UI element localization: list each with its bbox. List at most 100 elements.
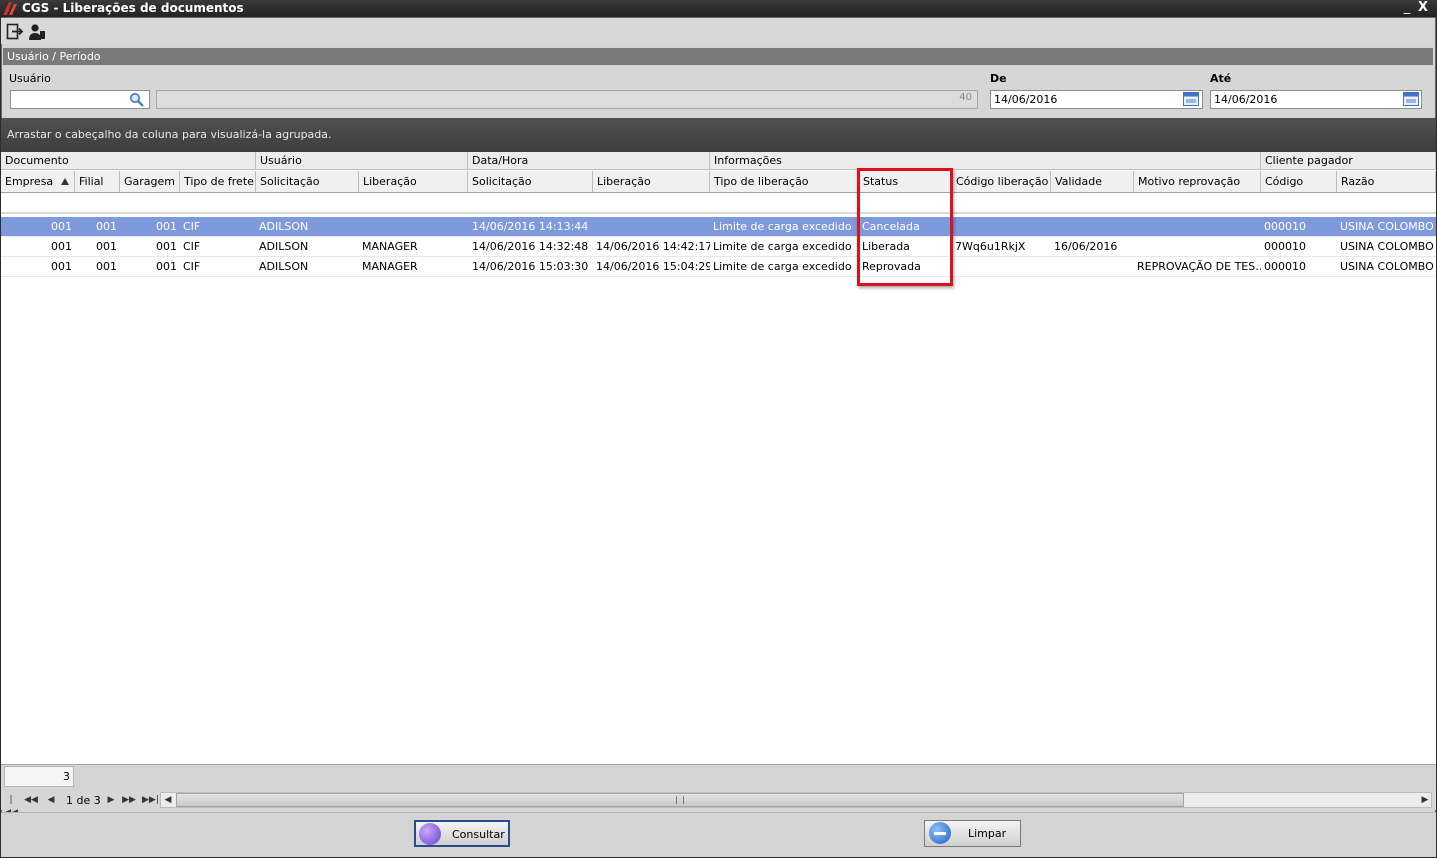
cell-razao: USINA COLOMBO S [1340,220,1436,233]
previous-record-icon[interactable]: ◀ [44,794,58,807]
cell-data-liberacao [593,217,710,237]
de-date-input[interactable]: 14/06/2016 [990,90,1203,109]
band-usuario[interactable]: Usuário [256,152,468,170]
cell-usuario-liberacao: MANAGER [362,260,418,273]
usuario-label: Usuário [9,72,51,85]
status-highlight-box [857,168,953,286]
cell-usuario-solicitacao: ADILSON [259,220,309,233]
cell-data-solicitacao: 14/06/2016 14:13:44 [472,220,589,233]
cell-filial: 001 [96,260,117,273]
cell-validade [1051,217,1134,237]
next-page-icon[interactable]: ▶▶ [122,794,136,807]
cell-usuario-liberacao [359,217,468,237]
cell-motivo-reprovacao: REPROVAÇÃO DE TES… [1137,260,1261,273]
button-bar [1,812,1436,857]
cell-garagem: 001 [156,260,177,273]
column-header-garagem[interactable]: Garagem [120,171,180,193]
cell-razao: USINA COLOMBO S [1340,260,1436,273]
cell-filial: 001 [96,240,117,253]
ate-label: Até [1210,72,1232,85]
exit-icon[interactable] [6,23,24,41]
cell-usuario-liberacao: MANAGER [362,240,418,253]
de-label: De [990,72,1007,85]
cell-codigo-liberacao: 7Wq6u1RkjX [955,240,1026,253]
cell-cliente-codigo: 000010 [1264,240,1306,253]
previous-page-icon[interactable]: ◀◀ [24,794,38,807]
calendar-icon[interactable] [1183,92,1199,106]
scroll-left-icon[interactable]: ◀ [161,794,175,807]
column-header-usuario-solicitacao[interactable]: Solicitação [256,171,359,193]
band-documento[interactable]: Documento [1,152,256,170]
cell-usuario-solicitacao: ADILSON [259,260,309,273]
column-header-tipo-liberacao[interactable]: Tipo de liberação [710,171,859,193]
column-header-codigo-liberacao[interactable]: Código liberação [952,171,1051,193]
cell-cliente-codigo: 000010 [1264,220,1306,233]
pager-position: 1 de 3 [66,794,101,807]
next-record-icon[interactable]: ▶ [104,794,118,807]
cell-tipo-frete: CIF [183,220,201,233]
cell-tipo-frete: CIF [183,240,201,253]
cell-filial: 001 [96,220,117,233]
cell-garagem: 001 [156,220,177,233]
column-header-cliente-codigo[interactable]: Código [1261,171,1337,193]
scroll-right-icon[interactable]: ▶ [1418,794,1432,807]
cell-cliente-codigo: 000010 [1264,260,1306,273]
calendar-icon[interactable] [1403,92,1419,106]
cell-tipo-liberacao: Limite de carga excedido [713,240,852,253]
limpar-label: Limpar [968,827,1007,840]
search-icon [419,823,441,845]
cell-empresa: 001 [51,260,72,273]
consultar-label: Consultar [452,828,505,841]
group-by-panel[interactable]: Arrastar o cabeçalho da coluna para visu… [1,118,1436,152]
cell-razao: USINA COLOMBO S [1340,240,1436,253]
filter-group-title: Usuário / Período [3,48,1433,65]
grid-summary-bar [1,764,1436,791]
app-logo-icon [3,2,17,15]
cell-validade [1051,257,1134,277]
column-header-data-solicitacao[interactable]: Solicitação [468,171,593,193]
band-cliente-pagador[interactable]: Cliente pagador [1261,152,1436,170]
first-page-icon[interactable]: |◀◀ [4,794,18,818]
column-header-usuario-liberacao[interactable]: Liberação [359,171,468,193]
column-header-razao[interactable]: Razão [1337,171,1436,193]
close-button[interactable]: X [1414,0,1432,17]
users-icon[interactable] [28,23,46,41]
grid-filter-row[interactable] [1,194,1436,214]
band-informacoes[interactable]: Informações [710,152,1261,170]
sort-ascending-icon [61,178,69,185]
cell-empresa: 001 [51,240,72,253]
cell-data-solicitacao: 14/06/2016 14:32:48 [472,240,589,253]
column-header-validade[interactable]: Validade [1051,171,1134,193]
minus-icon [929,822,951,844]
usuario-description-counter: 40 [959,92,972,103]
cell-codigo-liberacao [952,257,1051,277]
limpar-button[interactable]: Limpar [924,820,1021,847]
consultar-button[interactable]: Consultar [414,820,510,847]
record-count: 3 [4,766,74,787]
cell-tipo-frete: CIF [183,260,201,273]
cell-codigo-liberacao [952,217,1051,237]
cell-data-solicitacao: 14/06/2016 15:03:30 [472,260,589,273]
toolbar [1,18,1435,44]
column-header-tipo-frete[interactable]: Tipo de frete [180,171,256,193]
window-title: CGS - Liberações de documentos [22,1,244,15]
cell-usuario-solicitacao: ADILSON [259,240,309,253]
column-header-motivo-reprovacao[interactable]: Motivo reprovação [1134,171,1261,193]
last-page-icon[interactable]: ▶▶| [142,794,159,807]
cell-garagem: 001 [156,240,177,253]
scroll-grip-icon [676,796,684,804]
cell-motivo-reprovacao [1134,217,1261,237]
band-datahora[interactable]: Data/Hora [468,152,710,170]
cell-data-liberacao: 14/06/2016 15:04:29 [596,260,710,273]
usuario-description-field [156,90,978,109]
ate-date-input[interactable]: 14/06/2016 [1210,90,1422,109]
search-icon[interactable] [129,92,145,107]
column-header-filial[interactable]: Filial [75,171,120,193]
cell-data-liberacao: 14/06/2016 14:42:17 [596,240,710,253]
cell-tipo-liberacao: Limite de carga excedido [713,260,852,273]
cell-motivo-reprovacao [1134,237,1261,257]
cell-tipo-liberacao: Limite de carga excedido [713,220,852,233]
column-label: Empresa [5,175,54,188]
column-header-data-liberacao[interactable]: Liberação [593,171,710,193]
cell-empresa: 001 [51,220,72,233]
